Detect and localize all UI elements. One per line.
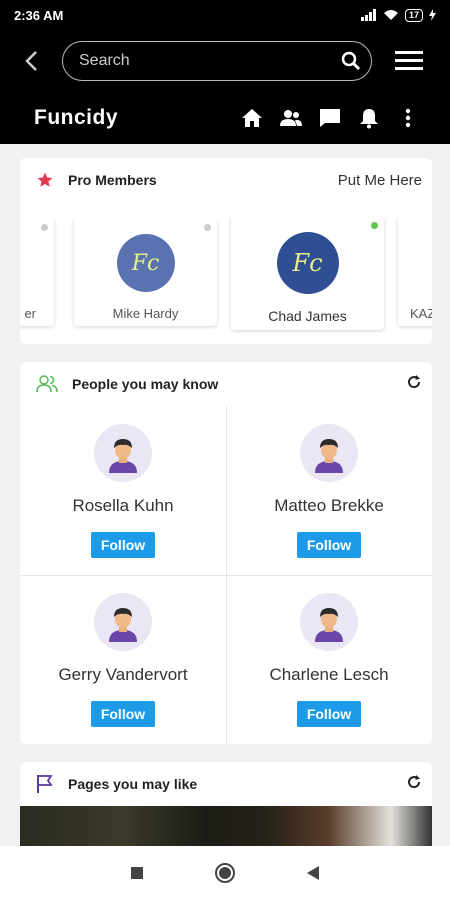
avatar: Fc	[276, 232, 339, 294]
brand-logo[interactable]: Funcidy	[34, 106, 118, 130]
avatar[interactable]	[300, 593, 358, 651]
status-bar: 2:36 AM 17	[0, 0, 450, 30]
put-me-here-link[interactable]: Put Me Here	[338, 172, 422, 189]
pages-you-may-like-card: Pages you may like	[20, 762, 432, 852]
people-section-title: People you may know	[72, 376, 219, 392]
follow-button[interactable]: Follow	[90, 532, 156, 558]
signal-icon	[360, 9, 376, 21]
friends-icon[interactable]	[279, 106, 303, 130]
status-time: 2:36 AM	[14, 7, 64, 23]
pro-member-tile[interactable]: Fc Mike Hardy	[74, 218, 217, 326]
user-avatar-icon	[109, 439, 137, 473]
follow-button[interactable]: Follow	[296, 701, 362, 727]
home-icon[interactable]	[240, 106, 264, 130]
search-icon[interactable]	[341, 51, 361, 71]
follow-button[interactable]: Follow	[90, 701, 156, 727]
person-card: Matteo Brekke Follow	[226, 406, 432, 575]
star-icon	[37, 172, 53, 187]
pro-member-tile[interactable]: KAZ	[398, 218, 432, 326]
refresh-button[interactable]	[406, 774, 422, 794]
pro-members-carousel[interactable]: er Fc Mike Hardy Fc Chad James KAZ	[20, 218, 432, 333]
avatar: Fc	[116, 234, 175, 292]
user-avatar-icon	[315, 608, 343, 642]
people-you-may-know-card: People you may know Rosella Kuhn Follow …	[20, 362, 432, 744]
charging-icon	[429, 9, 436, 21]
menu-button[interactable]	[394, 46, 424, 76]
avatar[interactable]	[94, 424, 152, 482]
person-name[interactable]: Charlene Lesch	[226, 665, 432, 685]
status-dot	[41, 224, 48, 231]
pro-members-card: Pro Members Put Me Here er Fc Mike Hardy…	[20, 158, 432, 344]
back-button[interactable]	[0, 30, 62, 92]
refresh-icon	[408, 375, 421, 389]
follow-button[interactable]: Follow	[296, 532, 362, 558]
people-icon	[36, 375, 58, 393]
battery-icon: 17	[404, 8, 423, 22]
home-button-icon[interactable]	[214, 862, 236, 884]
person-name[interactable]: Matteo Brekke	[226, 496, 432, 516]
search-placeholder: Search	[79, 52, 130, 69]
wifi-icon	[383, 10, 398, 20]
online-status-dot	[371, 222, 378, 229]
pro-member-name: er	[24, 306, 36, 321]
refresh-button[interactable]	[406, 374, 422, 394]
person-card: Charlene Lesch Follow	[226, 575, 432, 744]
flag-icon	[37, 775, 53, 793]
recent-apps-icon[interactable]	[130, 866, 144, 880]
search-input[interactable]: Search	[62, 41, 372, 81]
person-name[interactable]: Rosella Kuhn	[20, 496, 226, 516]
hamburger-icon	[395, 51, 423, 70]
chevron-left-icon	[25, 51, 37, 71]
pro-member-name: Chad James	[268, 308, 347, 324]
user-avatar-icon	[109, 608, 137, 642]
app-header: Funcidy	[0, 92, 450, 144]
person-name[interactable]: Gerry Vandervort	[20, 665, 226, 685]
top-bar: Search	[0, 30, 450, 92]
user-avatar-icon	[315, 439, 343, 473]
back-triangle-icon[interactable]	[306, 865, 320, 881]
pro-member-name: KAZ	[410, 306, 432, 321]
pro-member-tile[interactable]: er	[20, 218, 54, 326]
system-nav-bar	[0, 846, 450, 900]
pro-member-name: Mike Hardy	[112, 306, 179, 321]
pages-section-title: Pages you may like	[68, 776, 198, 792]
person-card: Rosella Kuhn Follow	[20, 406, 226, 575]
people-grid: Rosella Kuhn Follow Matteo Brekke Follow…	[20, 406, 432, 744]
pro-members-title: Pro Members	[68, 172, 157, 188]
more-options-icon[interactable]	[396, 106, 420, 130]
notifications-icon[interactable]	[357, 106, 381, 130]
avatar[interactable]	[300, 424, 358, 482]
pro-member-tile[interactable]: Fc Chad James	[231, 218, 384, 330]
refresh-icon	[408, 775, 421, 789]
avatar[interactable]	[94, 593, 152, 651]
status-dot	[204, 224, 211, 231]
person-card: Gerry Vandervort Follow	[20, 575, 226, 744]
messages-icon[interactable]	[318, 106, 342, 130]
